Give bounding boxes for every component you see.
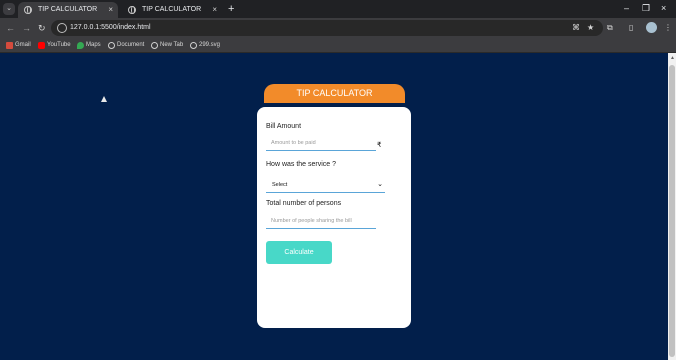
restore-icon[interactable]: ❐ <box>642 2 650 14</box>
bookmark-label: New Tab <box>160 42 184 48</box>
browser-tab-strip: ⌄ TIP CALCULATOR × TIP CALCULATOR × + – … <box>0 0 676 18</box>
tab-tip-calculator-active[interactable]: TIP CALCULATOR × <box>18 2 118 18</box>
tab-title: TIP CALCULATOR <box>142 6 202 13</box>
gmail-icon <box>6 42 13 49</box>
globe-icon <box>24 6 32 14</box>
site-info-icon[interactable] <box>57 23 67 33</box>
bill-amount-label: Bill Amount <box>266 123 302 130</box>
address-bar[interactable]: 127.0.0.1:5500/index.html <box>51 20 603 36</box>
extensions-icon[interactable]: ⧉ <box>607 21 613 35</box>
bookmarks-bar: Gmail YouTube Maps Document New Tab 299.… <box>0 38 676 53</box>
minimize-icon[interactable]: – <box>624 2 629 14</box>
new-tab-icon[interactable]: + <box>228 2 234 16</box>
persons-label: Total number of persons <box>266 200 342 207</box>
bookmark-299-svg[interactable]: 299.svg <box>190 40 220 51</box>
bookmark-label: YouTube <box>47 42 71 48</box>
persons-input[interactable]: Number of people sharing the bill <box>266 215 376 229</box>
close-window-icon[interactable]: × <box>661 2 666 14</box>
page-viewport: TIP CALCULATOR Bill Amount Amount to be … <box>0 53 668 360</box>
tab-title: TIP CALCULATOR <box>38 6 98 13</box>
currency-symbol: ₹ <box>377 142 382 149</box>
close-tab-icon[interactable]: × <box>212 2 217 17</box>
bookmark-label: Maps <box>86 42 101 48</box>
service-select[interactable]: Select ⌄ <box>266 178 385 193</box>
tab-search-icon[interactable]: ⌄ <box>3 3 15 15</box>
bookmark-label: Gmail <box>15 42 31 48</box>
service-label: How was the service ? <box>266 161 337 168</box>
maps-icon <box>77 42 84 49</box>
globe-icon <box>151 42 158 49</box>
service-selected-value: Select <box>272 182 288 188</box>
bookmark-gmail[interactable]: Gmail <box>6 40 31 51</box>
bookmark-new-tab[interactable]: New Tab <box>151 40 183 51</box>
menu-icon[interactable]: ⋮ <box>664 21 672 35</box>
mouse-cursor <box>101 96 107 102</box>
calculator-card: Bill Amount Amount to be paid ₹ How was … <box>257 107 411 328</box>
bookmark-star-icon[interactable]: ★ <box>587 21 594 35</box>
reload-icon[interactable]: ↻ <box>38 21 46 35</box>
globe-icon <box>128 6 136 14</box>
profile-avatar[interactable] <box>646 22 657 33</box>
bookmark-maps[interactable]: Maps <box>77 40 101 51</box>
page-scrollbar[interactable]: ▲ <box>668 53 676 360</box>
chevron-down-icon: ⌄ <box>377 181 383 188</box>
youtube-icon <box>38 42 45 49</box>
browser-toolbar: ← → ↻ 127.0.0.1:5500/index.html ⌘ ★ ⧉ ▯ … <box>0 18 676 38</box>
calculate-button[interactable]: Calculate <box>266 241 332 264</box>
back-icon[interactable]: ← <box>6 21 15 35</box>
close-tab-icon[interactable]: × <box>108 2 113 17</box>
bill-amount-input[interactable]: Amount to be paid <box>266 137 376 151</box>
scroll-up-icon[interactable]: ▲ <box>670 55 675 61</box>
bookmark-document[interactable]: Document <box>108 40 144 51</box>
globe-icon <box>108 42 115 49</box>
url-text: 127.0.0.1:5500/index.html <box>70 24 151 31</box>
globe-icon <box>190 42 197 49</box>
bookmark-label: Document <box>117 42 145 48</box>
forward-icon[interactable]: → <box>22 21 31 35</box>
calculator-title: TIP CALCULATOR <box>264 84 405 103</box>
scroll-thumb[interactable] <box>669 65 675 357</box>
bookmark-youtube[interactable]: YouTube <box>38 40 71 51</box>
bookmark-label: 299.svg <box>199 42 221 48</box>
translate-icon[interactable]: ⌘ <box>572 21 580 35</box>
sidebar-icon[interactable]: ▯ <box>629 21 633 35</box>
tab-tip-calculator[interactable]: TIP CALCULATOR × <box>122 2 222 18</box>
